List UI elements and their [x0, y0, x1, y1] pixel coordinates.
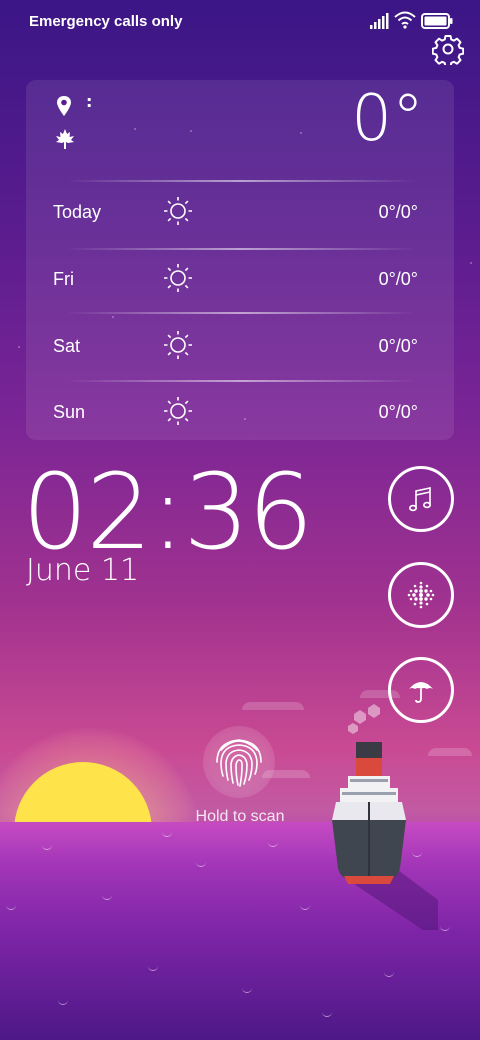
- forecast-row-sun: Sun 0°/0°: [26, 394, 454, 434]
- forecast-row-today: Today 0°/0°: [26, 194, 454, 234]
- divider: [66, 180, 416, 182]
- settings-button[interactable]: [431, 33, 465, 68]
- signal-icon: [370, 13, 389, 29]
- forecast-row-fri: Fri 0°/0°: [26, 261, 454, 301]
- forecast-day: Fri: [53, 269, 74, 289]
- current-temperature: 0°: [351, 82, 424, 156]
- music-shortcut-button[interactable]: [388, 466, 454, 532]
- location-text: :: [86, 92, 93, 111]
- location-pin-icon: [57, 96, 71, 116]
- carrier-text: Emergency calls only: [29, 13, 183, 30]
- divider: [66, 248, 416, 250]
- lock-screen: Emergency calls only: 0° Today 0°/0° Fr…: [0, 0, 480, 1040]
- forecast-day: Sat: [53, 336, 81, 356]
- battery-icon: [421, 13, 453, 29]
- forecast-day: Sun: [53, 402, 86, 422]
- maple-leaf-icon: [56, 129, 74, 149]
- cloud: [360, 690, 400, 698]
- forecast-temp: 0°/0°: [378, 402, 418, 422]
- music-note-icon: [408, 487, 431, 512]
- gear-icon: [431, 35, 465, 68]
- dots-grid-icon: [407, 581, 435, 609]
- divider: [66, 380, 416, 382]
- star: [18, 346, 20, 348]
- cloud: [242, 702, 304, 710]
- flashlight-shortcut-button[interactable]: [388, 562, 454, 628]
- fingerprint-icon: [216, 739, 262, 787]
- sun-icon: [164, 264, 192, 292]
- status-bar: Emergency calls only: [0, 0, 480, 46]
- sun-icon: [164, 197, 192, 225]
- forecast-temp: 0°/0°: [378, 336, 418, 356]
- hold-to-scan-label: Hold to scan: [195, 808, 285, 825]
- wifi-icon: [394, 11, 416, 29]
- clock-date: June 11: [26, 553, 140, 588]
- forecast-day: Today: [53, 202, 102, 222]
- divider: [66, 312, 416, 314]
- forecast-temp: 0°/0°: [378, 269, 418, 289]
- forecast-temp: 0°/0°: [378, 202, 418, 222]
- ship-illustration: [332, 704, 438, 930]
- sun-icon: [164, 331, 192, 359]
- weather-widget[interactable]: : 0° Today 0°/0° Fri 0°/0° Sat 0°/0° Sun…: [26, 80, 454, 440]
- star: [470, 262, 472, 264]
- sun-icon: [164, 397, 192, 425]
- fingerprint-button[interactable]: [203, 726, 275, 798]
- forecast-row-sat: Sat 0°/0°: [26, 328, 454, 368]
